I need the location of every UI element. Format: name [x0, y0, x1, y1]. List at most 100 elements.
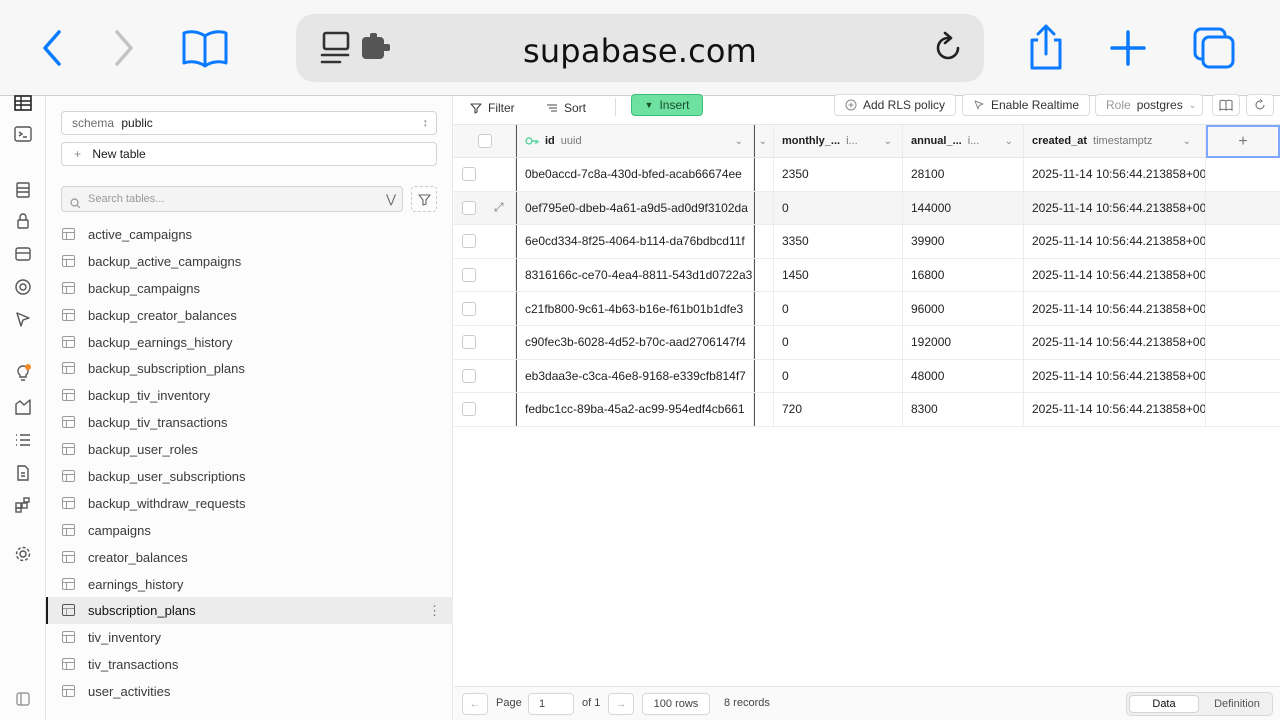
integrations-icon[interactable]	[12, 494, 34, 516]
table-row[interactable]: c90fec3b-6028-4d52-b70c-aad2706147f4 0 192…	[454, 325, 1280, 360]
row-select-cell[interactable]	[454, 359, 516, 393]
insert-button[interactable]: ▼ Insert	[631, 94, 703, 116]
row-checkbox[interactable]	[462, 402, 476, 417]
row-select-cell[interactable]	[454, 258, 516, 292]
cell-created-at[interactable]: 2025-11-14 10:56:44.213858+00	[1024, 225, 1206, 258]
new-table-button[interactable]: + New table	[61, 142, 437, 166]
table-row[interactable]: eb3daa3e-c3ca-46e8-9168-e339cfb814f7 0 480…	[454, 359, 1280, 394]
search-tables-input[interactable]: Search tables... ⋁	[61, 186, 403, 212]
row-checkbox[interactable]	[462, 167, 476, 182]
sidebar-table-item[interactable]: backup_tiv_inventory	[46, 382, 453, 409]
database-icon[interactable]	[12, 179, 34, 201]
sidebar-table-item[interactable]: subscription_plans ⋮	[46, 597, 453, 625]
auth-icon[interactable]	[12, 210, 34, 232]
advisors-icon[interactable]	[12, 362, 34, 384]
chevron-down-icon[interactable]: ⌄	[884, 136, 892, 147]
sidebar-table-item[interactable]: active_campaigns	[46, 221, 453, 248]
cell-id[interactable]: 8316166c-ce70-4ea4-8811-543d1d0722a3	[516, 258, 754, 292]
sort-button[interactable]: Sort	[546, 98, 586, 118]
sidebar-table-item[interactable]: backup_user_subscriptions	[46, 463, 453, 490]
table-row[interactable]: 6e0cd334-8f25-4064-b114-da76bdbcd11f 3350…	[454, 225, 1280, 259]
page-input[interactable]: 1	[528, 693, 574, 715]
cell-created-at[interactable]: 2025-11-14 10:56:44.213858+00	[1024, 258, 1206, 292]
row-checkbox[interactable]	[462, 200, 476, 215]
forward-icon[interactable]	[98, 22, 150, 74]
chevron-down-icon[interactable]: ⌄	[735, 136, 743, 147]
chevron-down-icon[interactable]: ⌄	[1183, 136, 1191, 147]
role-select[interactable]: Role postgres ⌄	[1095, 94, 1203, 116]
sidebar-table-item[interactable]: backup_user_roles	[46, 436, 453, 463]
more-options-icon[interactable]: ⋮	[428, 603, 441, 619]
cell-annual[interactable]: 192000	[903, 325, 1024, 359]
tab-definition[interactable]: Definition	[1203, 695, 1271, 713]
back-icon[interactable]	[26, 22, 78, 74]
logs-icon[interactable]	[12, 429, 34, 451]
cell-created-at[interactable]: 2025-11-14 10:56:44.213858+00	[1024, 393, 1206, 426]
row-select-cell[interactable]	[454, 158, 516, 191]
cell-annual[interactable]: 144000	[903, 191, 1024, 225]
row-select-cell[interactable]	[454, 325, 516, 359]
cell-annual[interactable]: 39900	[903, 225, 1024, 258]
rows-per-page-select[interactable]: 100 rows	[642, 693, 710, 715]
address-bar[interactable]: supabase.com	[296, 14, 984, 82]
cell-id[interactable]: 6e0cd334-8f25-4064-b114-da76bdbcd11f	[516, 225, 754, 258]
cell-created-at[interactable]: 2025-11-14 10:56:44.213858+00	[1024, 292, 1206, 325]
row-select-cell[interactable]	[454, 393, 516, 426]
sidebar-table-item[interactable]: tiv_transactions	[46, 651, 453, 678]
cell-hidden[interactable]	[754, 158, 774, 191]
chevron-down-icon[interactable]: ⌄	[1005, 136, 1013, 147]
cell-id[interactable]: 0ef795e0-dbeb-4a61-a9d5-ad0d9f3102da	[516, 191, 754, 225]
settings-icon[interactable]	[12, 543, 34, 565]
storage-icon[interactable]	[12, 243, 34, 265]
row-checkbox[interactable]	[462, 301, 476, 316]
sidebar-table-item[interactable]: backup_earnings_history	[46, 329, 453, 356]
cell-created-at[interactable]: 2025-11-14 10:56:44.213858+00	[1024, 158, 1206, 191]
cell-monthly[interactable]: 2350	[774, 158, 903, 191]
column-header-annual[interactable]: annual_... i... ⌄	[903, 125, 1024, 157]
row-checkbox[interactable]	[462, 368, 476, 383]
sidebar-table-item[interactable]: campaigns	[46, 517, 453, 544]
cell-annual[interactable]: 48000	[903, 359, 1024, 393]
bookmarks-icon[interactable]	[178, 22, 232, 74]
prev-page-button[interactable]: ←	[462, 693, 488, 715]
new-tab-icon[interactable]	[1102, 22, 1154, 74]
cell-id[interactable]: eb3daa3e-c3ca-46e8-9168-e339cfb814f7	[516, 359, 754, 393]
cell-hidden[interactable]	[754, 393, 774, 426]
table-editor-icon[interactable]	[12, 92, 34, 114]
row-select-cell[interactable]: ⤢	[454, 191, 516, 225]
column-header-monthly[interactable]: monthly_... i... ⌄	[774, 125, 903, 157]
schema-select[interactable]: schema public ↕	[61, 111, 437, 135]
refresh-button[interactable]	[1246, 94, 1274, 116]
filter-tables-button[interactable]	[411, 186, 437, 212]
reports-icon[interactable]	[12, 396, 34, 418]
sidebar-table-item[interactable]: creator_balances	[46, 544, 453, 571]
table-row[interactable]: 0be0accd-7c8a-430d-bfed-acab66674ee 2350 2…	[454, 158, 1280, 192]
cell-created-at[interactable]: 2025-11-14 10:56:44.213858+00	[1024, 359, 1206, 393]
filter-button[interactable]: Filter	[470, 98, 515, 118]
cursor-icon[interactable]	[12, 308, 34, 330]
cell-monthly[interactable]: 0	[774, 292, 903, 325]
cell-hidden[interactable]	[754, 292, 774, 325]
cell-id[interactable]: c90fec3b-6028-4d52-b70c-aad2706147f4	[516, 325, 754, 359]
docs-button[interactable]	[1212, 94, 1240, 116]
cell-hidden[interactable]	[754, 225, 774, 258]
table-row[interactable]: c21fb800-9c61-4b63-b16e-f61b01b1dfe3 0 960…	[454, 292, 1280, 326]
column-header-created-at[interactable]: created_at timestamptz ⌄	[1024, 125, 1206, 157]
add-column-button[interactable]: +	[1206, 125, 1280, 158]
enable-realtime-button[interactable]: Enable Realtime	[962, 94, 1091, 116]
cell-id[interactable]: 0be0accd-7c8a-430d-bfed-acab66674ee	[516, 158, 754, 191]
cell-annual[interactable]: 16800	[903, 258, 1024, 292]
sidebar-table-item[interactable]: tiv_inventory	[46, 624, 453, 651]
cell-monthly[interactable]: 0	[774, 325, 903, 359]
sidebar-table-item[interactable]: user_activities	[46, 678, 453, 705]
row-checkbox[interactable]	[462, 234, 476, 249]
cell-monthly[interactable]: 720	[774, 393, 903, 426]
sql-editor-icon[interactable]	[12, 123, 34, 145]
sidebar-table-item[interactable]: backup_withdraw_requests	[46, 490, 453, 517]
cell-monthly[interactable]: 0	[774, 359, 903, 393]
select-all-checkbox[interactable]	[477, 134, 492, 148]
add-rls-policy-button[interactable]: Add RLS policy	[834, 94, 957, 116]
tab-data[interactable]: Data	[1129, 695, 1199, 713]
row-select-cell[interactable]	[454, 225, 516, 258]
cell-annual[interactable]: 8300	[903, 393, 1024, 426]
